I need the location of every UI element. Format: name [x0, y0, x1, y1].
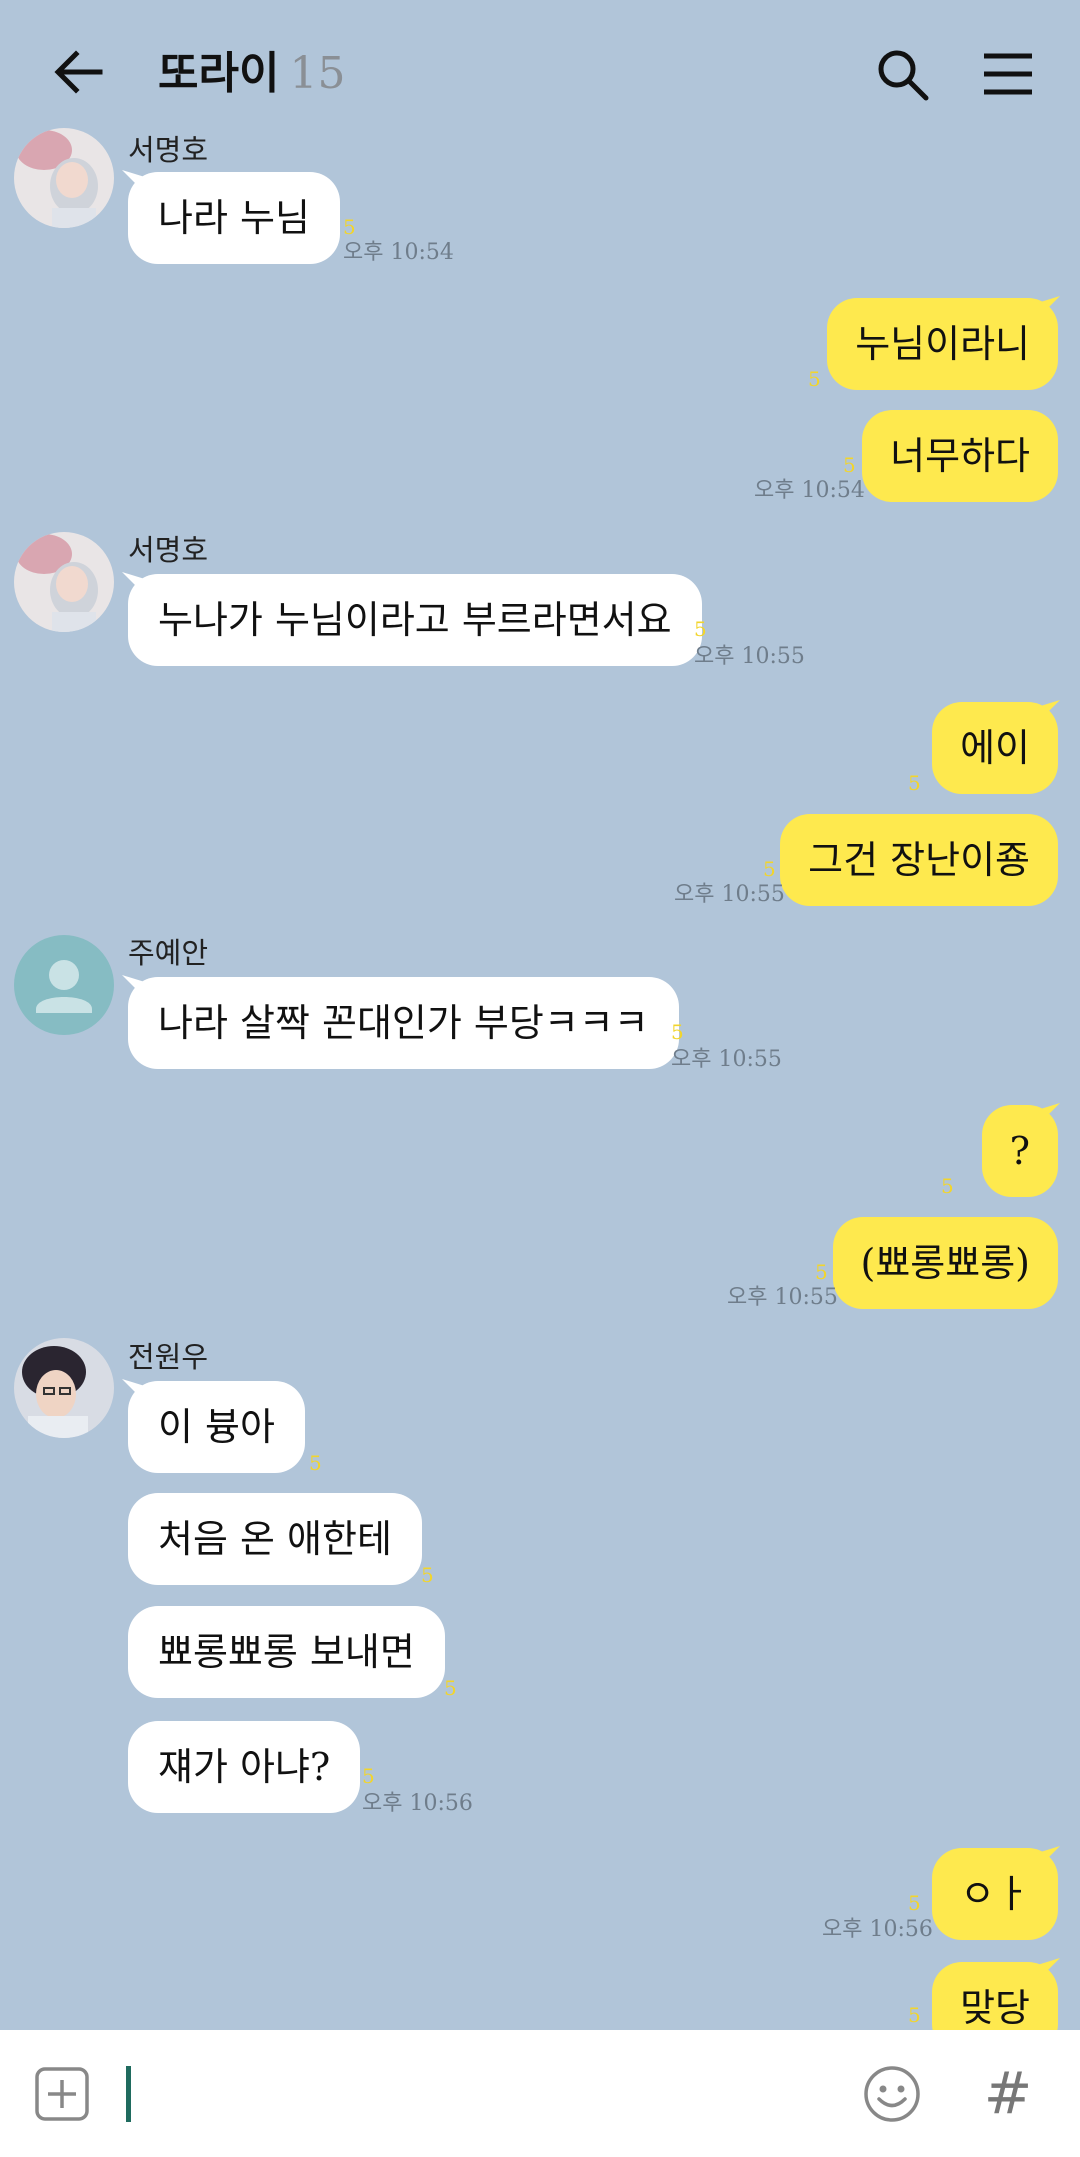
message-time: 오후 10:54	[754, 478, 865, 503]
message-bubble[interactable]: ㅇㅏ	[932, 1848, 1058, 1940]
unread-count: 5	[763, 857, 776, 881]
message-time: 오후 10:56	[822, 1917, 933, 1942]
unread-count: 5	[343, 215, 356, 239]
message-time: 오후 10:55	[727, 1285, 838, 1310]
message-time: 오후 10:56	[362, 1791, 473, 1816]
chat-area[interactable]: 서명호 나라 누님 5 오후 10:54 누님이라니 5 너무하다 5 오후 1…	[0, 0, 1080, 2030]
room-name: 또라이	[158, 48, 280, 99]
message-time: 오후 10:55	[671, 1047, 782, 1072]
unread-count: 5	[908, 2003, 921, 2027]
back-arrow-icon[interactable]	[50, 44, 106, 100]
sender-name: 주예안	[128, 936, 209, 970]
member-count: 15	[289, 48, 346, 99]
message-time: 오후 10:55	[674, 882, 785, 907]
unread-count: 5	[694, 617, 707, 641]
message-bubble[interactable]: 처음 온 애한테	[128, 1493, 422, 1585]
sender-name: 서명호	[128, 533, 209, 567]
sender-name: 전원우	[128, 1340, 209, 1374]
message-bubble[interactable]: 에이	[932, 702, 1058, 794]
unread-count: 5	[908, 1891, 921, 1915]
message-bubble[interactable]: 너무하다	[862, 410, 1058, 502]
search-icon[interactable]	[872, 44, 932, 104]
unread-count: 5	[843, 453, 856, 477]
unread-count: 5	[362, 1764, 375, 1788]
emoji-icon[interactable]	[862, 2064, 922, 2124]
unread-count: 5	[808, 367, 821, 391]
unread-count: 5	[908, 771, 921, 795]
message-bubble[interactable]: 맞당	[932, 1962, 1058, 2030]
unread-count: 5	[941, 1174, 954, 1198]
message-bubble[interactable]: 나라 살짝 꼰대인가 부당ㅋㅋㅋ	[128, 977, 679, 1069]
chat-room-title: 또라이 15	[158, 44, 345, 104]
message-time: 오후 10:55	[694, 644, 805, 669]
message-input[interactable]	[126, 2066, 131, 2122]
unread-count: 5	[309, 1451, 322, 1475]
message-bubble[interactable]: 이 븅아	[128, 1381, 305, 1473]
hashtag-icon[interactable]: #	[978, 2060, 1038, 2126]
message-bubble[interactable]: 누님이라니	[827, 298, 1058, 390]
message-bubble[interactable]: 뾰롱뾰롱 보내면	[128, 1606, 445, 1698]
plus-icon[interactable]	[34, 2066, 90, 2122]
message-bubble[interactable]: (뾰롱뾰롱)	[832, 1217, 1058, 1309]
default-avatar[interactable]	[14, 935, 114, 1035]
message-time: 오후 10:54	[343, 240, 454, 265]
avatar-jeon-wonwoo[interactable]	[14, 1338, 114, 1438]
message-bubble[interactable]: ?	[981, 1105, 1058, 1197]
chat-header: 또라이 15	[0, 0, 1080, 148]
message-bubble[interactable]: 그건 장난이죵	[780, 814, 1058, 906]
message-input-bar: #	[0, 2030, 1080, 2157]
menu-icon[interactable]	[978, 44, 1038, 104]
unread-count: 5	[421, 1563, 434, 1587]
message-bubble[interactable]: 쟤가 아냐?	[128, 1721, 361, 1813]
message-bubble[interactable]: 나라 누님	[128, 172, 340, 264]
unread-count: 5	[444, 1676, 457, 1700]
avatar-seo-myeongho[interactable]	[14, 532, 114, 632]
unread-count: 5	[671, 1020, 684, 1044]
message-bubble[interactable]: 누나가 누님이라고 부르라면서요	[128, 574, 702, 666]
unread-count: 5	[815, 1260, 828, 1284]
